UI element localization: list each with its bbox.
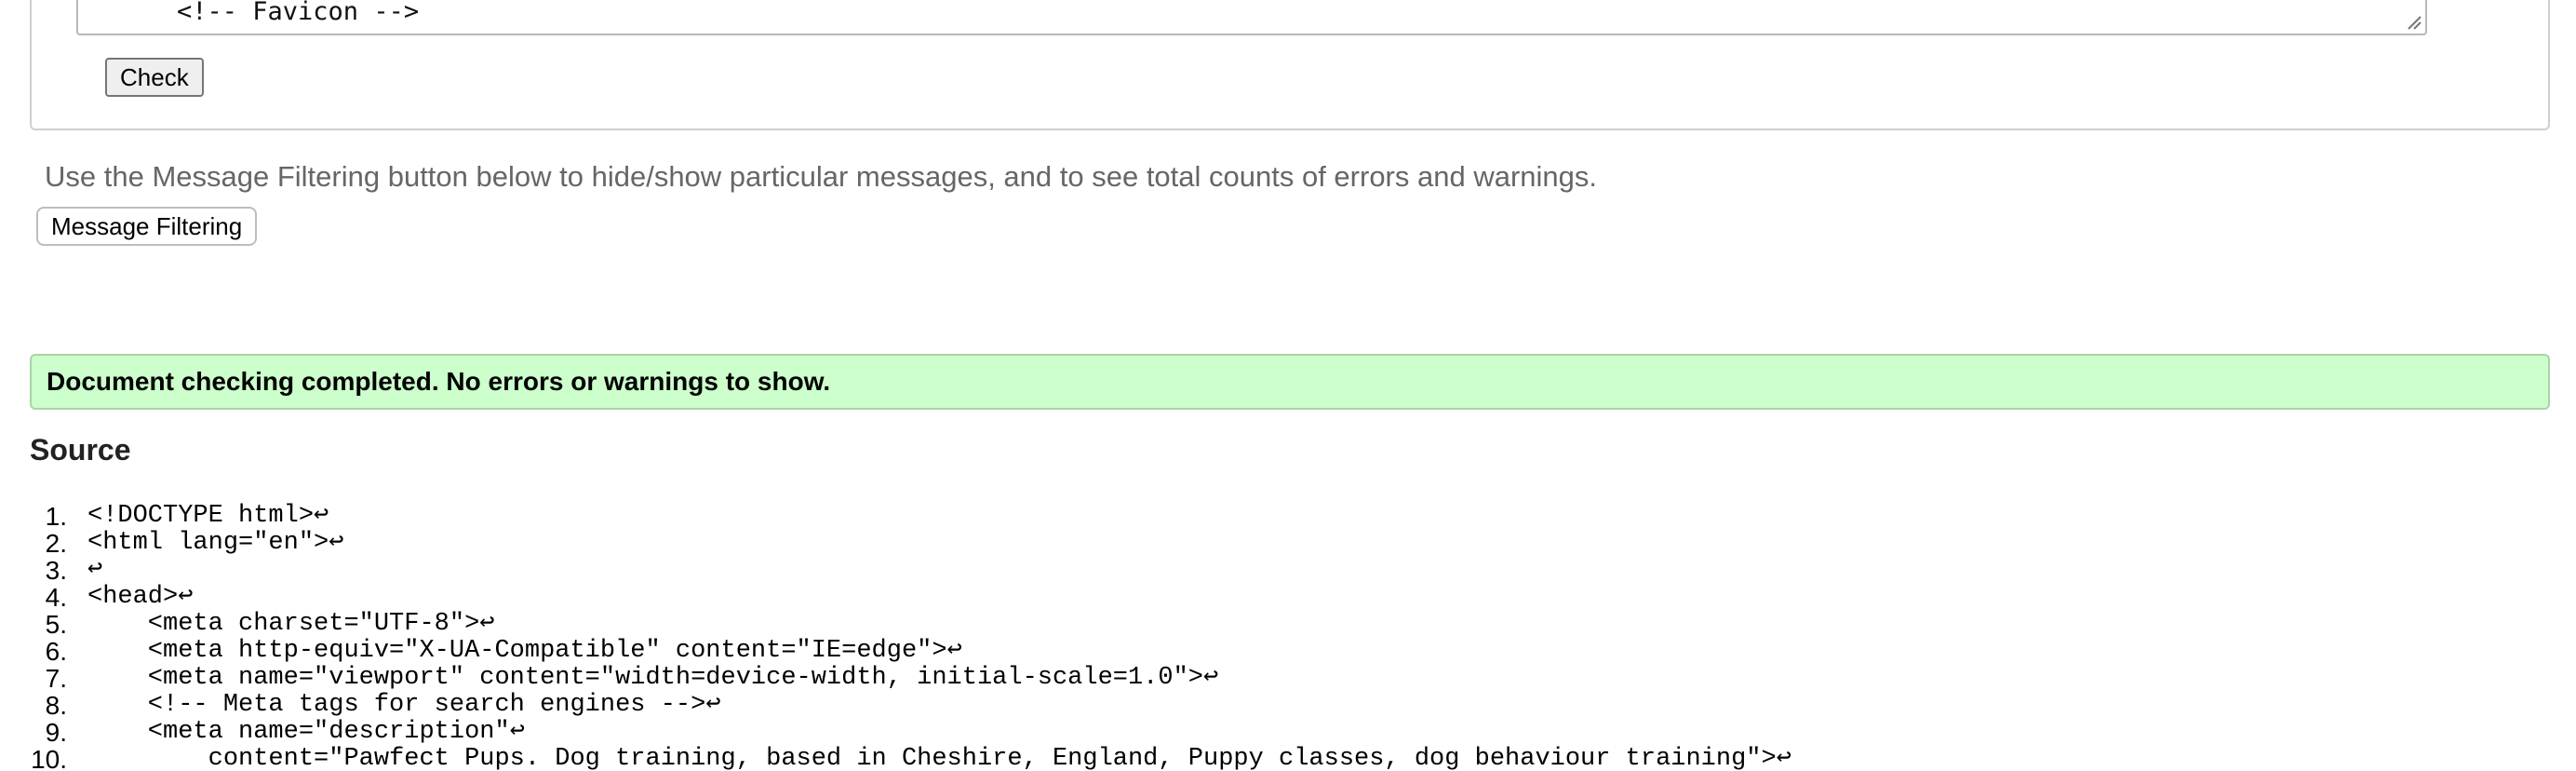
line-number: 1. — [45, 502, 67, 531]
filter-hint-text: Use the Message Filtering button below t… — [45, 160, 1598, 193]
line-code: <meta name="description" — [87, 718, 510, 746]
line-end-icon: ↩ — [178, 583, 194, 611]
line-end-icon: ↩ — [705, 691, 721, 719]
source-line: 6. <meta http-equiv="X-UA-Compatible" co… — [0, 637, 1791, 666]
success-banner: Document checking completed. No errors o… — [30, 354, 2550, 410]
source-heading: Source — [30, 433, 131, 467]
line-number: 7. — [45, 664, 67, 693]
message-filtering-button[interactable]: Message Filtering — [36, 207, 258, 246]
line-code: <!-- Meta tags for search engines --> — [87, 691, 706, 719]
source-line: 7. <meta name="viewport" content="width=… — [0, 664, 1791, 693]
line-number: 8. — [45, 691, 67, 720]
line-number: 10. — [31, 745, 67, 771]
source-line: 4. <head> ↩ — [0, 583, 1791, 612]
line-number: 2. — [45, 529, 67, 558]
line-number: 4. — [45, 583, 67, 612]
textarea-content: <!-- Favicon --> — [177, 0, 420, 26]
line-end-icon: ↩ — [329, 529, 344, 557]
line-number: 9. — [45, 718, 67, 747]
line-end-icon: ↩ — [1203, 664, 1219, 692]
line-code: <!DOCTYPE html> — [87, 502, 315, 530]
resize-handle-icon[interactable] — [2405, 13, 2422, 30]
source-listing: 1. <!DOCTYPE html> ↩ 2. <html lang="en"> ↩ 3. ↩… — [0, 503, 1791, 771]
source-line: 10. content="Pawfect Pups. Dog training,… — [0, 746, 1791, 771]
source-line: 9. <meta name="description" ↩ — [0, 718, 1791, 747]
line-end-icon: ↩ — [479, 610, 495, 638]
validator-page: <!-- Favicon --> Check Use the Message F… — [0, 0, 2576, 771]
line-code: <meta name="viewport" content="width=dev… — [87, 664, 1203, 692]
line-end-icon: ↩ — [946, 637, 962, 665]
source-line: 1. <!DOCTYPE html> ↩ — [0, 502, 1791, 531]
line-number: 5. — [45, 610, 67, 639]
line-number: 6. — [45, 637, 67, 666]
line-code: <head> — [87, 583, 179, 611]
line-number: 3. — [45, 556, 67, 585]
line-end-icon: ↩ — [1776, 745, 1791, 771]
line-end-icon: ↩ — [509, 718, 525, 746]
line-end-icon: ↩ — [87, 556, 103, 584]
line-code: <meta charset="UTF-8"> — [87, 610, 480, 638]
source-line: 8. <!-- Meta tags for search engines -->… — [0, 691, 1791, 720]
source-line: 2. <html lang="en"> ↩ — [0, 529, 1791, 558]
line-code: content="Pawfect Pups. Dog training, bas… — [87, 745, 1777, 771]
line-end-icon: ↩ — [314, 502, 329, 530]
source-line: 5. <meta charset="UTF-8"> ↩ — [0, 610, 1791, 639]
line-code: <meta http-equiv="X-UA-Compatible" conte… — [87, 637, 947, 665]
source-textarea[interactable]: <!-- Favicon --> — [76, 0, 2427, 35]
source-line: 3. ↩ — [0, 556, 1791, 585]
input-form-box: <!-- Favicon --> Check — [30, 0, 2550, 130]
check-button[interactable]: Check — [105, 58, 204, 97]
line-code: <html lang="en"> — [87, 529, 329, 557]
